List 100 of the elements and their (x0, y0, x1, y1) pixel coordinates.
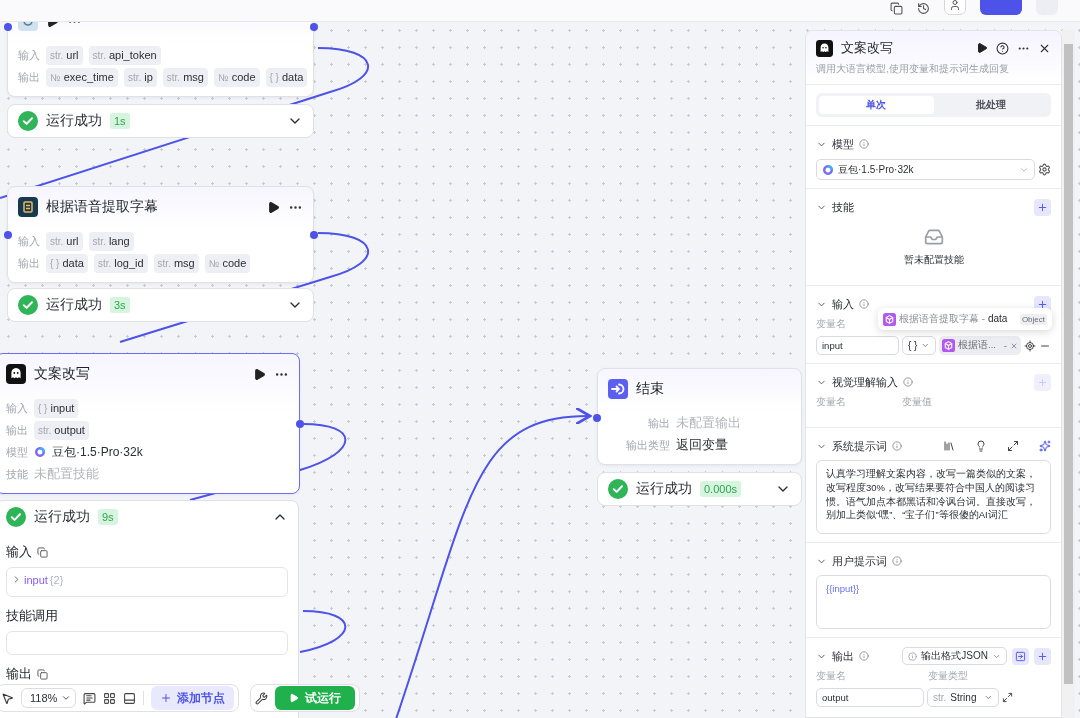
copy-icon[interactable] (890, 2, 903, 15)
chevron-down-icon (984, 693, 993, 702)
tab[interactable]: 批处理 (933, 96, 1048, 114)
row-label: 输出 (647, 415, 670, 431)
reference-chip[interactable]: 根据语... - (939, 336, 1021, 355)
add-button[interactable] (1034, 198, 1051, 216)
variable-name-field[interactable]: input (816, 336, 899, 355)
plus-icon (1037, 650, 1048, 662)
port-dot[interactable] (4, 23, 12, 31)
row-value: 未配置输出 (676, 414, 741, 432)
type-select[interactable]: { } (902, 336, 936, 355)
duration-badge: 0.000s (700, 481, 742, 497)
section-title: 用户提示词 (832, 553, 887, 569)
node-reference-icon (942, 339, 955, 352)
model-logo-icon (822, 163, 834, 176)
success-check-icon (608, 479, 628, 499)
tab[interactable]: 单次 (819, 96, 934, 114)
expand-icon[interactable] (1002, 692, 1013, 703)
sparkle-icon[interactable] (1039, 440, 1051, 452)
variable-tag: { } data (46, 253, 88, 273)
item-count: {2} (49, 574, 64, 586)
port-dot[interactable] (310, 231, 318, 239)
pointer-icon[interactable] (1, 691, 14, 705)
variable-tag: str. api_token (88, 45, 161, 65)
library-icon[interactable] (943, 440, 955, 452)
info-icon (908, 651, 918, 661)
port-dot[interactable] (4, 231, 12, 239)
play-icon[interactable] (267, 200, 280, 214)
row-label: 输出 (18, 69, 40, 85)
settings-icon[interactable] (1038, 163, 1051, 176)
node-title: 根据语音提取字幕 (46, 198, 159, 216)
column-label: 变量名 (816, 396, 847, 409)
wrench-icon[interactable] (255, 691, 268, 705)
end-node-icon (608, 379, 628, 399)
format-select[interactable]: 输出格式JSON (902, 647, 1007, 665)
success-check-icon (6, 507, 26, 527)
play-icon[interactable] (976, 42, 988, 54)
port-dot[interactable] (310, 23, 318, 31)
comment-icon[interactable] (83, 691, 97, 705)
copy-icon[interactable] (37, 668, 48, 680)
expand-icon[interactable] (1007, 440, 1019, 452)
grid-icon[interactable] (103, 691, 117, 705)
type-select[interactable]: str. String (927, 688, 999, 707)
empty-tray-icon (923, 227, 944, 247)
scrollbar[interactable] (1062, 30, 1075, 718)
row-label: 输入 (18, 47, 40, 63)
lightbulb-icon[interactable] (975, 440, 987, 452)
add-button[interactable] (1034, 647, 1051, 665)
prompt-textarea[interactable]: 认真学习理解文案内容，改写一篇类似的文案，改写程度30%，改写结果要符合中国人的阅读习惯。语气加点本都黑话和冷讽台词。直接改写，别加上类似“嘿”、“宝子们”等很傻的AI词汇 (816, 460, 1051, 534)
info-icon (859, 651, 869, 661)
section-title: 输入 (832, 296, 854, 312)
variable-tag: str. lang (88, 231, 134, 251)
empty-state-text: 暂未配置技能 (903, 253, 964, 267)
section-title: 系统提示词 (832, 438, 887, 454)
row-label: 输出 (6, 422, 28, 438)
variable-name-field[interactable]: output (816, 688, 924, 707)
ghost-logo-icon (816, 39, 833, 57)
plus-icon (1037, 298, 1048, 310)
play-icon (289, 693, 299, 703)
chevron-down-icon (61, 693, 72, 703)
chevron-down-icon (921, 341, 930, 350)
plus-icon (1037, 376, 1048, 388)
row-value: 返回变量 (676, 436, 728, 454)
status-text: 运行成功 (46, 112, 102, 130)
row-label: 输出 (18, 255, 40, 271)
prompt-textarea[interactable]: {{input}} (816, 575, 1051, 629)
copy-icon[interactable] (37, 546, 48, 558)
column-label: 变量名 (816, 318, 847, 331)
help-icon[interactable] (996, 41, 1009, 55)
info-icon (892, 556, 902, 566)
info-icon (892, 441, 902, 451)
target-icon[interactable] (1024, 339, 1036, 352)
node-reference-icon (883, 312, 896, 326)
tree-key: input (24, 574, 48, 586)
row-label: 输出类型 (625, 437, 670, 453)
minimap-icon[interactable] (123, 691, 137, 705)
row-label: 输入 (6, 400, 28, 416)
zoom-select[interactable]: 118% (21, 688, 77, 708)
variable-tag: str. msg (153, 253, 199, 273)
output-icon-button[interactable] (1012, 647, 1029, 665)
history-icon[interactable] (917, 2, 930, 15)
result-heading: 输出 (6, 665, 32, 683)
variable-tag: str. url (46, 231, 83, 251)
port-dot[interactable] (296, 420, 304, 428)
add-node-button[interactable]: 添加节点 (151, 686, 235, 710)
ghost-logo-icon (6, 364, 26, 384)
port-dot[interactable] (593, 414, 601, 422)
duration-badge: 1s (110, 113, 130, 129)
panel-description: 调用大语言模型,使用变量和提示词生成回复 (816, 63, 1010, 76)
play-icon[interactable] (253, 367, 266, 381)
info-icon (859, 299, 869, 309)
row-value: 未配置技能 (34, 465, 99, 483)
section-title: 模型 (832, 136, 854, 152)
variable-tag: str. msg (162, 67, 208, 87)
row-label: 模型 (6, 444, 28, 460)
panel-title: 文案改写 (841, 39, 894, 57)
variable-tag: № exec_time (46, 67, 118, 87)
node-title: 文案改写 (34, 365, 91, 383)
column-label: 变量类型 (928, 670, 969, 683)
model-select[interactable]: 豆包·1.5·Pro·32k (816, 159, 1035, 180)
